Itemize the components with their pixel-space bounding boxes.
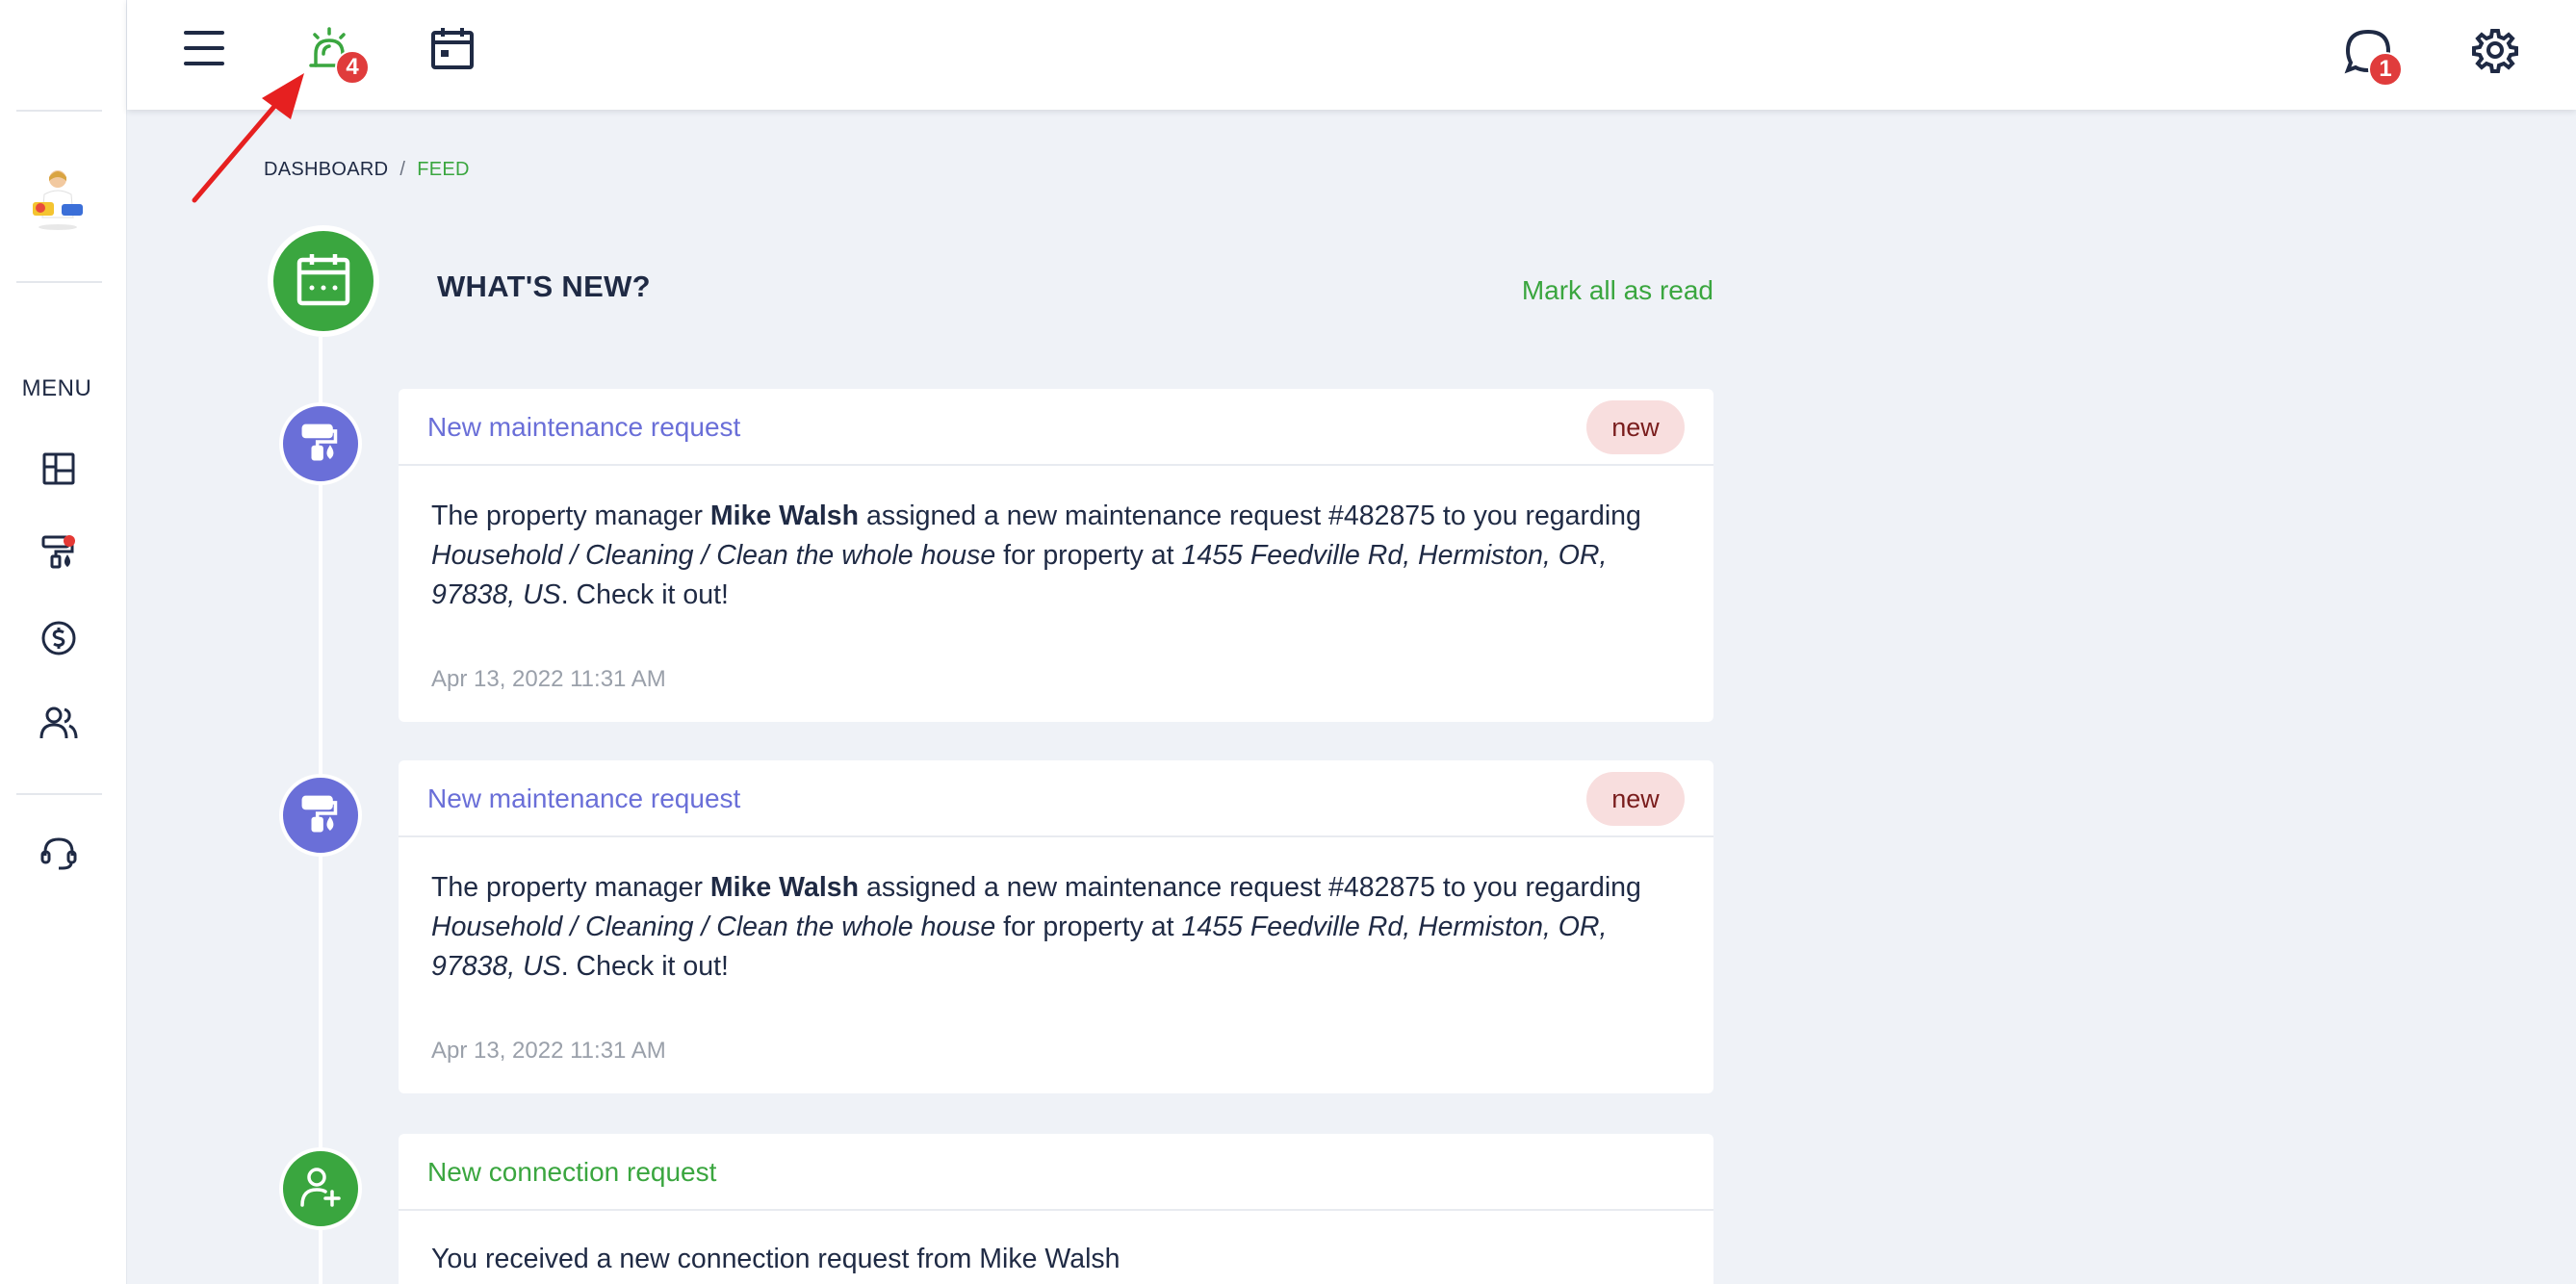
- sidebar-item-support[interactable]: [35, 832, 83, 880]
- notifications-badge: 4: [335, 50, 370, 85]
- sidebar-item-contacts[interactable]: [35, 701, 83, 749]
- feed-card-header: New connection request: [399, 1134, 1713, 1211]
- breadcrumb-separator: /: [399, 159, 406, 180]
- sidebar-item-dashboard[interactable]: [35, 447, 83, 495]
- users-icon: [39, 705, 78, 746]
- breadcrumb-current: FEED: [417, 159, 470, 180]
- gear-icon: [2472, 27, 2518, 78]
- manager-name: Mike Walsh: [709, 872, 860, 903]
- paint-roller-icon: [300, 793, 341, 838]
- timeline-marker: [279, 774, 362, 857]
- feed-card-title[interactable]: New maintenance request: [427, 412, 740, 443]
- breadcrumb: DASHBOARD / FEED: [264, 159, 470, 181]
- topbar: 4 1: [127, 0, 2576, 110]
- feed-card-date: Apr 13, 2022 11:31 AM: [431, 1038, 666, 1064]
- new-badge: new: [1586, 400, 1685, 454]
- body-text: assigned a new maintenance request #4828…: [859, 872, 1641, 903]
- body-text: The property manager: [431, 872, 710, 903]
- request-category: Household / Cleaning / Clean the whole h…: [431, 912, 996, 942]
- dashboard-grid-icon: [41, 451, 76, 491]
- mark-all-read-link[interactable]: Mark all as read: [1522, 275, 1713, 306]
- settings-button[interactable]: [2468, 25, 2522, 79]
- feed-card-header: New maintenance request new: [399, 389, 1713, 466]
- manager-name: Mike Walsh: [709, 501, 860, 531]
- calendar-icon: [430, 26, 475, 75]
- feed-card-body: The property manager Mike Walsh assigned…: [399, 466, 1713, 615]
- sidebar-item-maintenance[interactable]: [35, 529, 83, 578]
- calendar-button[interactable]: [427, 25, 477, 75]
- feed-card-date: Apr 13, 2022 11:31 AM: [431, 666, 666, 692]
- feed-card: New connection request You received a ne…: [399, 1134, 1713, 1284]
- feed-card-body: You received a new connection request fr…: [399, 1211, 1713, 1279]
- headset-support-icon: [39, 835, 78, 878]
- feed-card-header: New maintenance request new: [399, 760, 1713, 837]
- new-badge: new: [1586, 772, 1685, 826]
- request-category: Household / Cleaning / Clean the whole h…: [431, 540, 996, 571]
- timeline-marker: [279, 1147, 362, 1230]
- sidebar-item-payments[interactable]: [35, 616, 83, 664]
- breadcrumb-dashboard-link[interactable]: DASHBOARD: [264, 159, 388, 180]
- annotation-arrow: [192, 73, 304, 203]
- page-title: WHAT'S NEW?: [437, 270, 651, 303]
- sidebar: MENU: [0, 0, 127, 1284]
- feed-header-icon-circle: [268, 225, 379, 337]
- notification-dot: [64, 535, 75, 547]
- body-text: . Check it out!: [560, 951, 729, 982]
- calendar-icon: [296, 251, 351, 312]
- body-text: You received a new connection request fr…: [431, 1244, 1121, 1274]
- feed-card-title[interactable]: New maintenance request: [427, 783, 740, 814]
- body-text: for property at: [995, 912, 1182, 942]
- menu-label: MENU: [21, 375, 92, 401]
- hamburger-menu-icon: [184, 29, 224, 72]
- feed-card: New maintenance request new The property…: [399, 389, 1713, 722]
- feed-card-title[interactable]: New connection request: [427, 1157, 716, 1188]
- add-user-icon: [298, 1165, 343, 1214]
- body-text: . Check it out!: [560, 579, 729, 610]
- timeline-marker: [279, 402, 362, 485]
- messages-badge: 1: [2368, 52, 2403, 87]
- feed-card: New maintenance request new The property…: [399, 760, 1713, 1093]
- paint-roller-icon: [300, 422, 341, 467]
- body-text: for property at: [995, 540, 1182, 571]
- avatar[interactable]: [31, 166, 85, 231]
- feed-card-body: The property manager Mike Walsh assigned…: [399, 837, 1713, 987]
- sidebar-divider: [16, 281, 102, 283]
- messages-button[interactable]: 1: [2339, 25, 2403, 87]
- dollar-circle-icon: [40, 620, 77, 661]
- sidebar-divider: [16, 110, 102, 112]
- body-text: assigned a new maintenance request #4828…: [859, 501, 1641, 531]
- body-text: The property manager: [431, 501, 710, 531]
- sidebar-divider: [16, 793, 102, 795]
